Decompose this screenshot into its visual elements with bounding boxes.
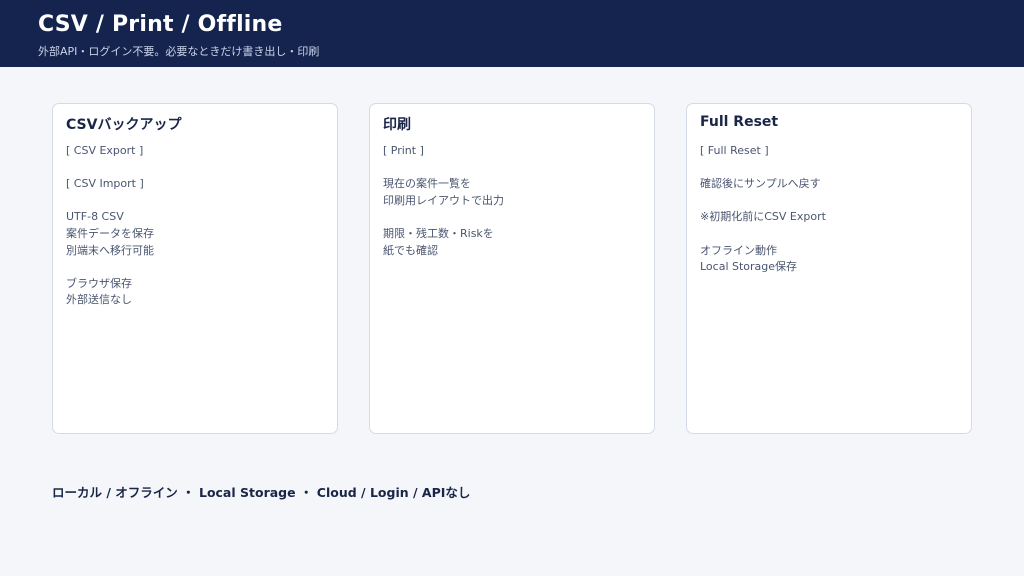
page-subtitle: 外部API・ログイン不要。必要なときだけ書き出し・印刷 — [38, 45, 320, 58]
csv-import-button[interactable]: [ CSV Import ] — [66, 176, 326, 193]
card-title: 印刷 — [383, 117, 411, 133]
card-print: 印刷 [ Print ] 現在の案件一覧を 印刷用レイアウトで出力 期限・残工数… — [369, 103, 655, 434]
card-line: UTF-8 CSV — [66, 210, 124, 224]
card-full-reset: Full Reset [ Full Reset ] 確認後にサンプルへ戻す ※初… — [686, 103, 972, 434]
card-line: 別端末へ移行可能 — [66, 243, 154, 257]
card-line: 案件データを保存 — [66, 226, 154, 240]
card-line: 現在の案件一覧を — [383, 177, 471, 191]
card-line: ※初期化前にCSV Export — [700, 210, 826, 224]
card-line: オフライン動作 — [700, 243, 777, 257]
page-title: CSV / Print / Offline — [38, 12, 283, 37]
card-line: 確認後にサンプルへ戻す — [700, 177, 821, 191]
card-title: Full Reset — [700, 114, 779, 130]
card-line: 外部送信なし — [66, 293, 132, 307]
card-line: 期限・残工数・Riskを — [383, 226, 494, 240]
print-button[interactable]: [ Print ] — [383, 143, 643, 160]
card-lines: [ Print ] 現在の案件一覧を 印刷用レイアウトで出力 期限・残工数・Ri… — [383, 143, 643, 259]
card-title: CSVバックアップ — [66, 117, 182, 133]
card-line: ブラウザ保存 — [66, 276, 132, 290]
card-line: Local Storage保存 — [700, 260, 798, 274]
card-line: 紙でも確認 — [383, 243, 438, 257]
card-lines: [ CSV Export ] [ CSV Import ] UTF-8 CSV … — [66, 143, 326, 309]
card-line: 印刷用レイアウトで出力 — [383, 193, 504, 207]
card-lines: [ Full Reset ] 確認後にサンプルへ戻す ※初期化前にCSV Exp… — [700, 143, 960, 276]
card-csv-backup: CSVバックアップ [ CSV Export ] [ CSV Import ] … — [52, 103, 338, 434]
full-reset-button[interactable]: [ Full Reset ] — [700, 143, 960, 160]
footer-note: ローカル / オフライン ・ Local Storage ・ Cloud / L… — [52, 485, 471, 500]
csv-export-button[interactable]: [ CSV Export ] — [66, 143, 326, 160]
header-bar: CSV / Print / Offline 外部API・ログイン不要。必要なとき… — [0, 0, 1024, 67]
